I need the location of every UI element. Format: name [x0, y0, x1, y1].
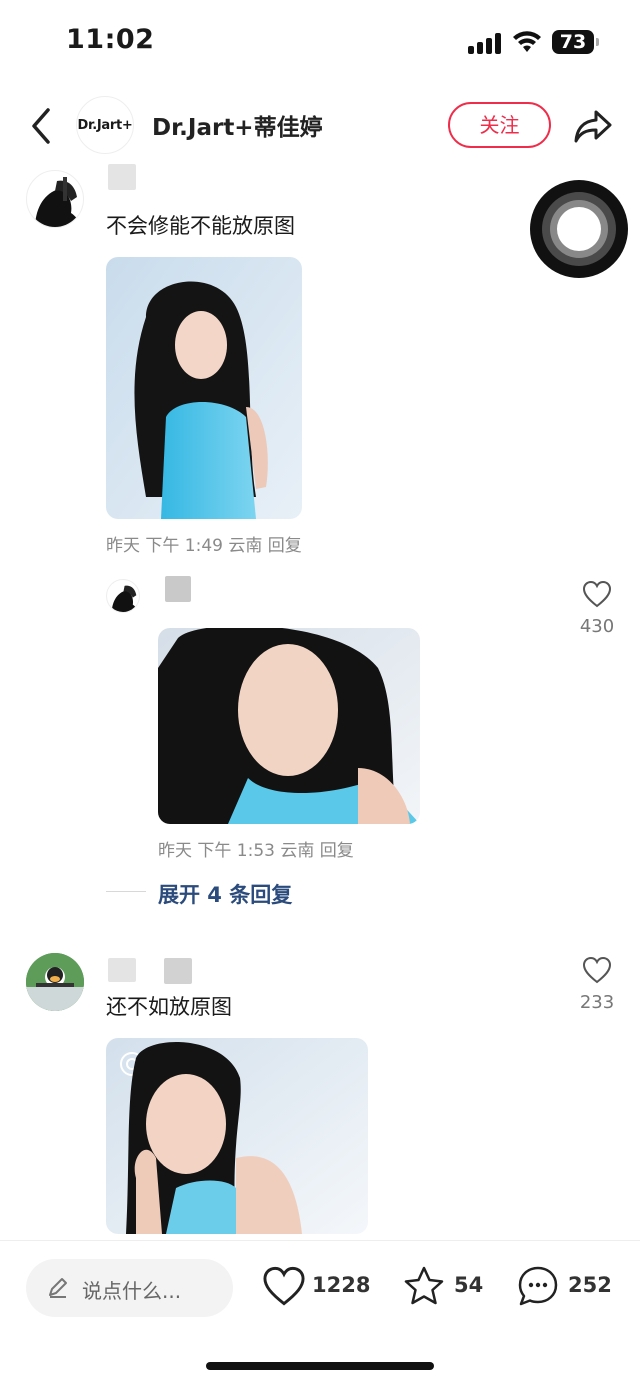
pencil-icon — [49, 1278, 67, 1298]
favorite-button[interactable]: 54 — [402, 1265, 486, 1311]
divider — [106, 891, 146, 892]
reply-image[interactable] — [158, 628, 420, 824]
comment-meta: 昨天 下午 1:49 云南 回复 — [106, 536, 302, 556]
commenter-name-blurred — [108, 958, 136, 982]
reply-name-blurred — [165, 576, 191, 602]
status-time: 11:02 — [66, 24, 155, 55]
follow-label: 关注 — [479, 113, 520, 137]
back-icon[interactable] — [24, 104, 60, 148]
comment-text: 还不如放原图 — [106, 995, 232, 1019]
follow-button[interactable]: 关注 — [448, 102, 551, 148]
comment-text: 不会修能不能放原图 — [106, 214, 295, 238]
heart-icon[interactable] — [582, 580, 612, 608]
comment-like[interactable]: 233 — [577, 956, 617, 1013]
commenter-name-blurred — [164, 958, 192, 984]
favorite-count: 54 — [454, 1273, 484, 1297]
expand-replies-link[interactable]: 展开 4 条回复 — [158, 879, 292, 909]
commenter-avatar[interactable] — [26, 953, 84, 1011]
status-bar: 11:02 73 — [0, 0, 640, 84]
home-indicator[interactable] — [206, 1362, 434, 1370]
floating-assistive-button[interactable] — [530, 180, 628, 278]
star-icon — [404, 1266, 444, 1305]
reply-like[interactable]: 430 — [577, 580, 617, 637]
brand-avatar[interactable]: Dr.Jart+ — [76, 96, 134, 154]
like-count: 430 — [579, 616, 615, 637]
heart-icon[interactable] — [582, 956, 612, 984]
like-count: 1228 — [312, 1273, 371, 1297]
signal-icon — [468, 32, 502, 54]
commenter-avatar[interactable] — [26, 170, 84, 228]
reply-avatar[interactable] — [106, 579, 140, 613]
comment-input-placeholder: 说点什么... — [82, 1279, 182, 1303]
comment-input[interactable]: 说点什么... — [26, 1259, 233, 1317]
brand-logo-text: Dr.Jart+ — [77, 118, 133, 133]
comment-count: 252 — [568, 1273, 612, 1297]
like-count: 233 — [579, 992, 615, 1013]
battery-level: 73 — [559, 31, 587, 53]
chat-bubble-icon — [518, 1266, 558, 1306]
comment-button[interactable]: 252 — [516, 1265, 612, 1311]
share-icon[interactable] — [572, 106, 614, 146]
wifi-icon — [513, 31, 541, 52]
commenter-name-blurred — [108, 164, 136, 190]
battery-icon: 73 — [552, 30, 599, 54]
comment-image[interactable] — [106, 257, 302, 519]
reply-meta: 昨天 下午 1:53 云南 回复 — [158, 841, 354, 861]
heart-icon — [263, 1266, 305, 1306]
comment-image[interactable] — [106, 1038, 368, 1234]
nav-header: Dr.Jart+ Dr.Jart+蒂佳婷 关注 — [0, 94, 640, 158]
like-button[interactable]: 1228 — [262, 1265, 370, 1311]
page-title[interactable]: Dr.Jart+蒂佳婷 — [152, 108, 323, 142]
